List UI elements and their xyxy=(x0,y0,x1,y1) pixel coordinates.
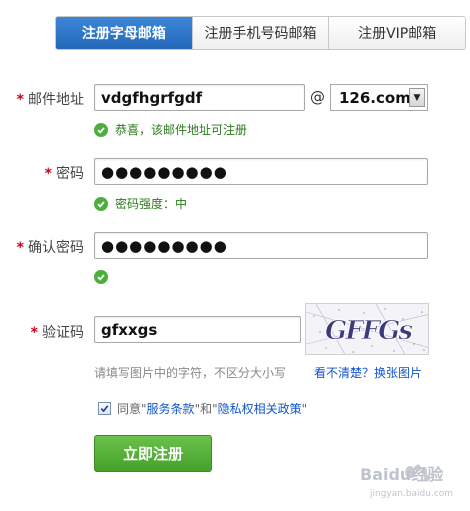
captcha-input[interactable]: gfxxgs xyxy=(94,316,301,343)
domain-select-value: 126.com xyxy=(339,88,411,107)
tab-vip-email[interactable]: 注册VIP邮箱 xyxy=(328,17,465,49)
refresh-captcha-link[interactable]: 看不清楚？换张图片 xyxy=(314,364,422,381)
password-label-text: 密码 xyxy=(56,166,84,182)
confirm-password-ok xyxy=(94,270,115,284)
confirm-password-label: * 确认密码 xyxy=(14,237,84,257)
quote-mark: " xyxy=(301,401,308,416)
chevron-down-icon[interactable]: ▼ xyxy=(409,88,425,107)
required-mark: * xyxy=(44,166,52,182)
watermark-brand: Baidu经验 xyxy=(360,465,444,484)
privacy-policy-link[interactable]: 隐私权相关政策 xyxy=(218,400,302,417)
tab-mobile-email[interactable]: 注册手机号码邮箱 xyxy=(191,17,329,49)
captcha-label-text: 验证码 xyxy=(42,325,84,341)
password-strength-hint: 密码强度：中 xyxy=(94,195,187,212)
check-circle-icon xyxy=(94,196,108,211)
email-input[interactable]: vdgfhgrfgdf xyxy=(94,84,305,111)
password-label: * 密码 xyxy=(14,163,84,183)
email-available-hint: 恭喜，该邮件地址可注册 xyxy=(94,121,247,138)
captcha-hint: 请填写图片中的字符，不区分大小写 xyxy=(94,366,287,380)
required-mark: * xyxy=(16,240,24,256)
email-available-text: 恭喜，该邮件地址可注册 xyxy=(115,123,248,137)
captcha-image-text: GFFGs xyxy=(325,316,413,346)
agree-checkbox[interactable] xyxy=(98,402,111,415)
password-input[interactable]: ●●●●●●●●● xyxy=(94,158,428,185)
watermark-url: jingyan.baidu.com xyxy=(369,489,453,499)
domain-select[interactable]: 126.com ▼ xyxy=(330,84,428,111)
agreement-and: 和 xyxy=(200,402,213,416)
confirm-password-input[interactable]: ●●●●●●●●● xyxy=(94,232,428,259)
email-label-text: 邮件地址 xyxy=(28,92,84,108)
check-circle-icon xyxy=(94,270,108,284)
baidu-jingyan-watermark: Baidu经验 jingyan.baidu.com xyxy=(352,452,467,502)
captcha-label: * 验证码 xyxy=(14,322,84,342)
confirm-password-label-text: 确认密码 xyxy=(28,240,84,256)
agreement-row: 同意 " 服务条款 " 和 " 隐私权相关政策 " xyxy=(98,400,307,417)
required-mark: * xyxy=(16,92,24,108)
email-label: * 邮件地址 xyxy=(14,89,84,109)
tab-letter-email[interactable]: 注册字母邮箱 xyxy=(56,17,192,49)
captcha-image[interactable]: GFFGs xyxy=(305,303,429,355)
register-type-tabs: 注册字母邮箱 注册手机号码邮箱 注册VIP邮箱 xyxy=(55,16,466,50)
agreement-prefix: 同意 xyxy=(117,402,142,416)
check-circle-icon xyxy=(94,122,108,137)
at-sign: @ xyxy=(310,88,325,106)
terms-of-service-link[interactable]: 服务条款 xyxy=(147,400,195,417)
required-mark: * xyxy=(30,325,38,341)
register-now-button[interactable]: 立即注册 xyxy=(94,435,212,472)
password-strength-text: 密码强度：中 xyxy=(115,197,188,211)
